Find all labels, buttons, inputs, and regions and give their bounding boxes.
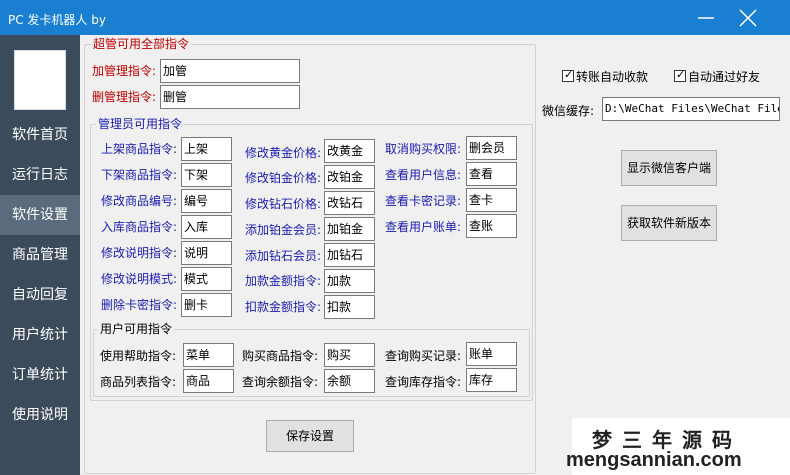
close-button[interactable] [736,6,760,30]
minimize-button[interactable] [694,6,718,30]
admin-command-input[interactable]: 加铂金 [324,217,375,241]
admin-command-input[interactable]: 删会员 [466,136,517,160]
admin-label: 修改铂金价格: [245,171,322,185]
user-command-input[interactable]: 商品 [183,369,234,393]
wechat-cache-label: 微信缓存: [542,104,595,118]
admin-label: 加款金额指令: [245,274,322,288]
sidebar-item-order-stats[interactable]: 订单统计 [0,355,80,395]
user-label: 查询购买记录: [385,349,462,363]
admin-title: 管理员可用指令 [96,116,185,132]
admin-label: 修改钻石价格: [245,197,322,211]
admin-label: 添加铂金会员: [245,223,322,237]
title-bar: PC 发卡机器人 by [0,0,790,35]
admin-command-input[interactable]: 编号 [181,189,232,213]
admin-command-input[interactable]: 入库 [181,215,232,239]
wechat-cache-input[interactable]: D:\WeChat Files\WeChat Files [602,97,780,121]
admin-label: 取消购买权限: [385,142,462,156]
admin-label: 查看卡密记录: [385,194,462,208]
user-command-input[interactable]: 菜单 [183,343,234,367]
admin-command-input[interactable]: 说明 [181,241,232,265]
admin-label: 上架商品指令: [101,142,178,156]
avatar [14,50,66,110]
window-title: PC 发卡机器人 by [8,13,106,27]
admin-command-input[interactable]: 模式 [181,267,232,291]
check-icon: ✓ [676,68,686,81]
admin-command-input[interactable]: 查卡 [466,188,517,212]
add-admin-label: 加管理指令: [92,64,157,78]
admin-label: 查看用户信息: [385,168,462,182]
sidebar-item-settings[interactable]: 软件设置 [0,195,80,235]
admin-label: 扣款金额指令: [245,300,322,314]
admin-command-input[interactable]: 改钻石 [324,191,375,215]
admin-command-input[interactable]: 下架 [181,163,232,187]
auto-accept-friend-checkbox[interactable]: ✓ [674,68,686,82]
admin-label: 修改说明模式: [101,272,178,286]
save-button[interactable]: 保存设置 [266,420,354,452]
admin-command-input[interactable]: 扣款 [324,295,375,319]
sidebar-item-help[interactable]: 使用说明 [0,395,80,435]
admin-command-input[interactable]: 查账 [466,214,517,238]
sidebar-item-user-stats[interactable]: 用户统计 [0,315,80,355]
user-label: 商品列表指令: [100,375,177,389]
admin-label: 入库商品指令: [101,220,178,234]
settings-panel: 超管可用全部指令 加管理指令: 加管 删管理指令: 删管 管理员可用指令 上架商… [80,35,790,475]
sidebar-item-home[interactable]: 软件首页 [0,115,80,155]
user-label: 购买商品指令: [242,349,319,363]
super-admin-title: 超管可用全部指令 [91,36,192,52]
sidebar-item-products[interactable]: 商品管理 [0,235,80,275]
admin-command-input[interactable]: 改黄金 [324,139,375,163]
admin-label: 删除卡密指令: [101,298,178,312]
del-admin-label: 删管理指令: [92,90,157,104]
sidebar: 软件首页 运行日志 软件设置 商品管理 自动回复 用户统计 订单统计 使用说明 [0,35,80,475]
admin-label: 下架商品指令: [101,168,178,182]
close-icon [739,9,757,27]
check-icon: ✓ [564,68,574,81]
admin-command-input[interactable]: 删卡 [181,293,232,317]
admin-label: 添加钻石会员: [245,249,322,263]
admin-command-input[interactable]: 查看 [466,162,517,186]
sidebar-item-autoreply[interactable]: 自动回复 [0,275,80,315]
admin-label: 查看用户账单: [385,220,462,234]
user-label: 查询余额指令: [242,375,319,389]
user-label: 使用帮助指令: [100,349,177,363]
admin-label: 修改商品编号: [101,194,178,208]
transfer-auto-receive-checkbox[interactable]: ✓ [562,68,574,82]
user-title: 用户可用指令 [98,321,175,337]
user-command-input[interactable]: 购买 [324,343,375,367]
admin-command-input[interactable]: 加款 [324,269,375,293]
show-wechat-client-button[interactable]: 显示微信客户端 [621,150,717,186]
user-command-input[interactable]: 库存 [466,368,517,392]
user-label: 查询库存指令: [385,375,462,389]
auto-accept-friend-label: 自动通过好友 [688,70,761,84]
admin-command-input[interactable]: 改铂金 [324,165,375,189]
sidebar-item-log[interactable]: 运行日志 [0,155,80,195]
del-admin-input[interactable]: 删管 [160,85,300,109]
user-command-input[interactable]: 余额 [324,369,375,393]
admin-label: 修改说明指令: [101,246,178,260]
admin-command-input[interactable]: 加钻石 [324,243,375,267]
user-command-input[interactable]: 账单 [466,342,517,366]
minimize-icon [698,17,714,19]
admin-command-input[interactable]: 上架 [181,137,232,161]
transfer-auto-receive-label: 转账自动收款 [576,70,649,84]
watermark-url: mengsannian.com [566,449,742,471]
get-new-version-button[interactable]: 获取软件新版本 [621,205,717,241]
admin-label: 修改黄金价格: [245,146,322,160]
add-admin-input[interactable]: 加管 [160,59,300,83]
